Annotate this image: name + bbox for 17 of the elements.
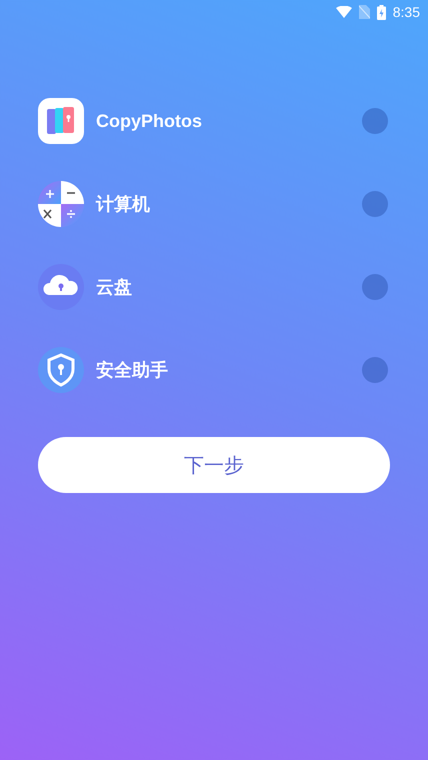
radio-button[interactable] [362,108,388,134]
radio-button[interactable] [362,357,388,383]
app-name: 计算机 [96,193,151,216]
photo-cards-icon [38,98,84,144]
cloud-lock-icon [38,264,84,310]
wifi-icon [336,6,352,18]
status-time: 8:35 [392,4,420,20]
battery-charging-icon [376,4,386,20]
app-name: CopyPhotos [96,110,203,132]
radio-button[interactable] [362,274,388,300]
app-name: 安全助手 [96,359,169,382]
no-sim-icon [358,5,370,19]
app-name: 云盘 [96,276,133,299]
calculator-icon [38,181,84,227]
radio-button[interactable] [362,191,388,217]
shield-icon [38,347,84,393]
next-button[interactable]: 下一步 [38,437,390,493]
